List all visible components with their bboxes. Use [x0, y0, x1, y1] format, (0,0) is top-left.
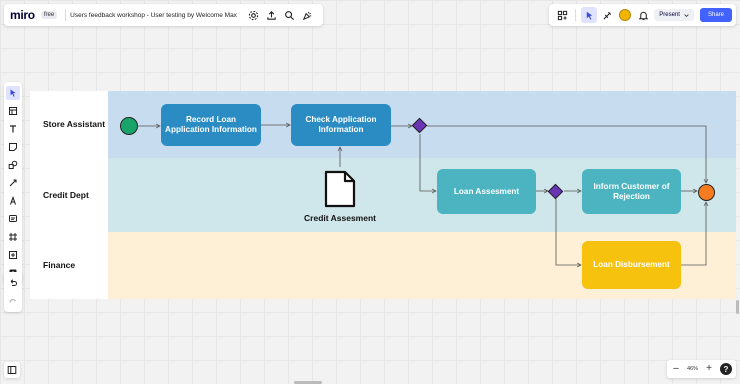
templates-icon[interactable]	[6, 104, 20, 118]
end-event[interactable]	[698, 184, 715, 201]
board-title[interactable]: Users feedback workshop - User testing b…	[70, 12, 237, 19]
cursor-tool-icon[interactable]	[581, 7, 598, 23]
apps-icon[interactable]	[554, 7, 570, 23]
divider	[575, 9, 577, 21]
avatar	[619, 9, 632, 21]
present-label: Present	[659, 12, 680, 18]
zoom-level[interactable]: 46%	[687, 366, 698, 372]
task-loan-assessment[interactable]: Loan Assesment	[437, 169, 536, 214]
reaction-icon[interactable]	[599, 7, 615, 23]
chevron-down-icon	[684, 13, 689, 17]
text-tool-icon[interactable]	[6, 122, 20, 136]
collaboration-toolbar: Present Share	[549, 4, 736, 26]
history-toolbar	[4, 272, 22, 312]
user-avatar[interactable]	[617, 7, 633, 23]
document-icon[interactable]	[323, 169, 357, 209]
miro-logo[interactable]: miro	[10, 8, 35, 22]
upload-icon[interactable]	[265, 8, 279, 22]
redo-icon[interactable]	[6, 294, 20, 308]
swimlane-diagram[interactable]: Store Assistant Credit Dept Finance Reco…	[30, 91, 736, 299]
plan-badge[interactable]: free	[40, 11, 58, 19]
comment-icon[interactable]	[6, 212, 20, 226]
vertical-scrollbar[interactable]	[736, 300, 739, 314]
undo-icon[interactable]	[6, 276, 20, 290]
celebrate-icon[interactable]	[301, 8, 315, 22]
sidebar-toggle-icon[interactable]	[4, 362, 20, 378]
task-check-application[interactable]: Check Application Information	[291, 104, 391, 146]
settings-icon[interactable]	[247, 8, 261, 22]
zoom-out-button[interactable]: –	[671, 364, 681, 374]
sticky-note-icon[interactable]	[6, 140, 20, 154]
search-icon[interactable]	[283, 8, 297, 22]
start-event[interactable]	[120, 117, 138, 135]
zoom-controls: – 46% + ?	[666, 360, 736, 378]
task-loan-disbursement[interactable]: Loan Disbursement	[582, 241, 681, 289]
shapes-icon[interactable]	[6, 158, 20, 172]
zoom-in-button[interactable]: +	[704, 364, 714, 374]
connection-line-icon[interactable]	[6, 176, 20, 190]
pen-icon[interactable]	[6, 194, 20, 208]
flow-disbursement-to-end	[681, 202, 706, 266]
task-inform-rejection[interactable]: Inform Customer of Rejection	[582, 169, 681, 214]
top-toolbar: miro free Users feedback workshop - User…	[4, 4, 323, 26]
task-record-loan-application[interactable]: Record Loan Application Information	[161, 104, 261, 146]
frame-icon[interactable]	[6, 230, 20, 244]
divider	[65, 9, 67, 21]
upload-file-icon[interactable]	[6, 248, 20, 262]
flow-gateway-to-loan	[419, 134, 436, 191]
help-button[interactable]: ?	[720, 363, 732, 375]
document-caption: Credit Assesment	[304, 213, 376, 223]
notifications-icon[interactable]	[635, 7, 651, 23]
creation-toolbar	[4, 82, 22, 284]
present-button[interactable]: Present	[654, 9, 694, 21]
share-button[interactable]: Share	[699, 8, 732, 22]
flow-gateway-to-disbursement	[555, 199, 581, 265]
select-tool-icon[interactable]	[6, 86, 20, 100]
